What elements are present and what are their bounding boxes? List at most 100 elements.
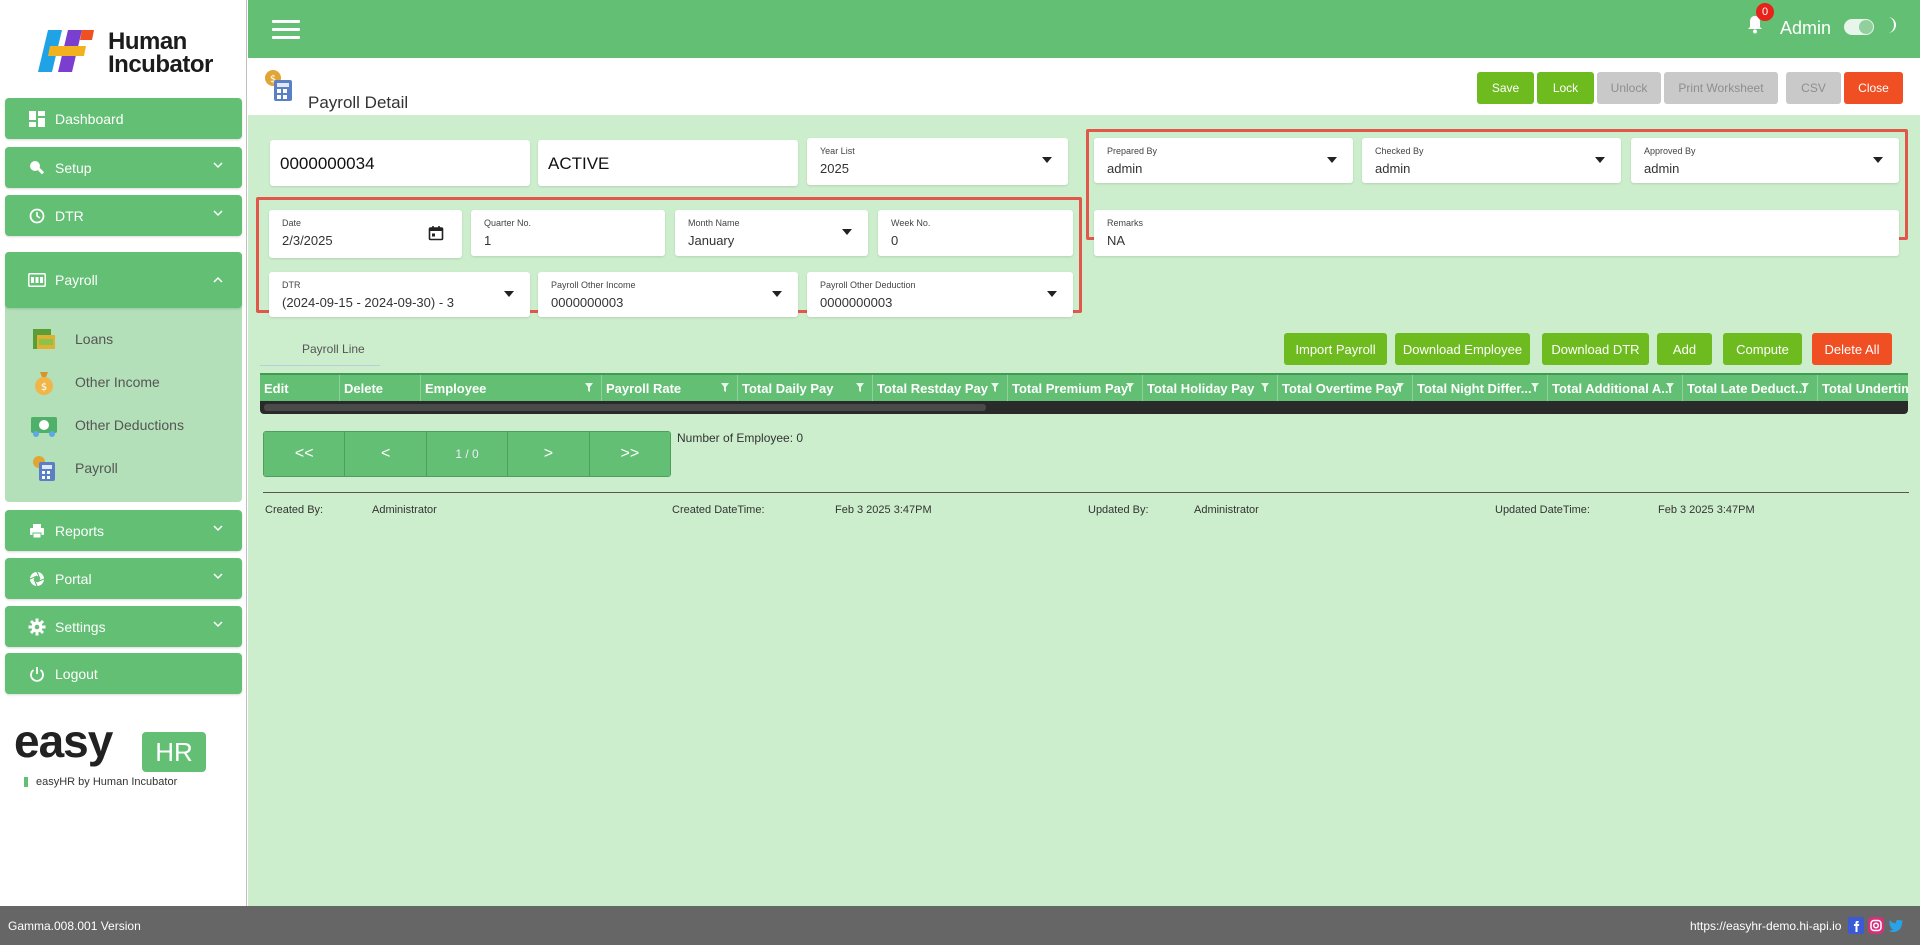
- column-header[interactable]: Payroll Rate: [602, 375, 738, 401]
- twitter-icon[interactable]: [1888, 917, 1904, 934]
- month-name-select[interactable]: Month Name January: [675, 210, 868, 256]
- next-page-button[interactable]: >: [508, 432, 590, 476]
- instagram-icon[interactable]: [1868, 917, 1884, 934]
- filter-icon[interactable]: [1531, 383, 1539, 392]
- column-header[interactable]: Total Additional A...: [1548, 375, 1683, 401]
- csv-button[interactable]: CSV: [1786, 72, 1841, 104]
- caret-down-icon: [1873, 157, 1883, 163]
- calendar-icon[interactable]: [428, 225, 444, 241]
- last-page-button[interactable]: >>: [589, 432, 670, 476]
- status-field[interactable]: ACTIVE: [538, 140, 798, 186]
- filter-icon[interactable]: [1126, 383, 1134, 392]
- filter-icon[interactable]: [1261, 383, 1269, 392]
- sidebar-item-reports[interactable]: Reports: [5, 510, 242, 551]
- compute-button[interactable]: Compute: [1723, 333, 1802, 365]
- import-payroll-button[interactable]: Import Payroll: [1284, 333, 1387, 365]
- sidebar-subitem-loans[interactable]: Loans: [29, 324, 113, 354]
- download-employee-button[interactable]: Download Employee: [1395, 333, 1530, 365]
- grid-horizontal-scrollbar[interactable]: [260, 401, 1908, 414]
- human-incubator-logo[interactable]: Human Incubator: [34, 26, 214, 78]
- sidebar-item-settings[interactable]: Settings: [5, 606, 242, 647]
- caret-down-icon: [1042, 157, 1052, 163]
- theme-toggle[interactable]: [1844, 19, 1874, 35]
- first-page-button[interactable]: <<: [264, 432, 346, 476]
- filter-icon[interactable]: [1801, 383, 1809, 392]
- dtr-label: DTR: [282, 280, 301, 290]
- sidebar: Human Incubator Dashboard Setup DTR Payr…: [0, 0, 247, 906]
- user-name[interactable]: Admin: [1780, 18, 1831, 39]
- column-header[interactable]: Total Undertim: [1818, 375, 1908, 401]
- payroll-line-grid-header: Edit Delete Employee Payroll Rate Total …: [260, 373, 1908, 401]
- audit-divider: [263, 492, 1909, 493]
- site-url[interactable]: https://easyhr-demo.hi-api.io: [1690, 919, 1841, 933]
- sidebar-subitem-payroll[interactable]: Payroll: [29, 453, 118, 483]
- remarks-field[interactable]: Remarks NA: [1094, 210, 1899, 256]
- dtr-select[interactable]: DTR (2024-09-15 - 2024-09-30) - 3: [269, 272, 530, 317]
- week-field[interactable]: Week No. 0: [878, 210, 1073, 256]
- year-list-label: Year List: [820, 146, 855, 156]
- sidebar-item-dashboard[interactable]: Dashboard: [5, 98, 242, 139]
- unlock-button[interactable]: Unlock: [1597, 72, 1661, 104]
- page-header: $ Payroll Detail Save Lock Unlock Print …: [248, 58, 1920, 115]
- other-income-select[interactable]: Payroll Other Income 0000000003: [538, 272, 798, 317]
- quarter-value: 1: [484, 233, 492, 248]
- filter-icon[interactable]: [856, 383, 864, 392]
- column-header[interactable]: Total Restday Pay: [873, 375, 1008, 401]
- column-header[interactable]: Delete: [340, 375, 421, 401]
- payroll-calculator-icon: $: [265, 70, 292, 101]
- column-header[interactable]: Total Daily Pay: [738, 375, 873, 401]
- payroll-number-field[interactable]: 0000000034: [270, 140, 530, 186]
- column-header[interactable]: Total Premium Pay: [1008, 375, 1143, 401]
- sidebar-item-logout[interactable]: Logout: [5, 653, 242, 694]
- sidebar-subitem-other-income[interactable]: $ Other Income: [29, 367, 160, 397]
- tab-payroll-line[interactable]: Payroll Line: [302, 342, 365, 356]
- facebook-icon[interactable]: [1848, 917, 1864, 934]
- brand-name-line1: Human: [108, 28, 187, 55]
- date-field[interactable]: Date 2/3/2025: [269, 210, 462, 258]
- sidebar-item-label: Payroll: [55, 272, 98, 288]
- download-dtr-button[interactable]: Download DTR: [1542, 333, 1649, 365]
- sidebar-item-label: Dashboard: [55, 110, 124, 127]
- hamburger-menu-icon[interactable]: [272, 20, 300, 40]
- main-content: 0000000034 ACTIVE Year List 2025 Prepare…: [248, 115, 1920, 906]
- checked-by-label: Checked By: [1375, 146, 1424, 156]
- payroll-number-value: 0000000034: [280, 154, 375, 173]
- sidebar-item-dtr[interactable]: DTR: [5, 195, 242, 236]
- column-header[interactable]: Total Late Deduct...: [1683, 375, 1818, 401]
- scrollbar-thumb[interactable]: [264, 404, 986, 411]
- lock-button[interactable]: Lock: [1537, 72, 1594, 104]
- delete-all-button[interactable]: Delete All: [1812, 333, 1892, 365]
- prev-page-button[interactable]: <: [345, 432, 427, 476]
- print-worksheet-button[interactable]: Print Worksheet: [1664, 72, 1778, 104]
- filter-icon[interactable]: [721, 383, 729, 392]
- close-button[interactable]: Close: [1844, 72, 1903, 104]
- column-header[interactable]: Employee: [421, 375, 602, 401]
- column-header[interactable]: Total Night Differ...: [1413, 375, 1548, 401]
- sidebar-item-label: DTR: [55, 207, 84, 224]
- chevron-down-icon: [213, 621, 223, 628]
- logo-mark-icon: [38, 30, 94, 72]
- sidebar-subitem-other-deductions[interactable]: Other Deductions: [29, 410, 184, 440]
- filter-icon[interactable]: [991, 383, 999, 392]
- column-header[interactable]: Total Holiday Pay: [1143, 375, 1278, 401]
- column-header[interactable]: Total Overtime Pay: [1278, 375, 1413, 401]
- add-button[interactable]: Add: [1657, 333, 1712, 365]
- approved-by-select[interactable]: Approved By admin: [1631, 138, 1899, 183]
- filter-icon[interactable]: [1396, 383, 1404, 392]
- updated-by-value: Administrator: [1194, 504, 1259, 516]
- version-text: Gamma.008.001 Version: [8, 919, 141, 933]
- sidebar-item-setup[interactable]: Setup: [5, 147, 242, 188]
- filter-icon[interactable]: [1666, 383, 1674, 392]
- other-deduction-select[interactable]: Payroll Other Deduction 0000000003: [807, 272, 1073, 317]
- save-button[interactable]: Save: [1477, 72, 1534, 104]
- year-list-select[interactable]: Year List 2025: [807, 138, 1068, 185]
- prepared-by-select[interactable]: Prepared By admin: [1094, 138, 1353, 183]
- column-header[interactable]: Edit: [260, 375, 340, 401]
- filter-icon[interactable]: [585, 383, 593, 392]
- sidebar-item-portal[interactable]: Portal: [5, 558, 242, 599]
- moon-icon: [1888, 17, 1896, 33]
- checked-by-select[interactable]: Checked By admin: [1362, 138, 1621, 183]
- sidebar-item-payroll[interactable]: Payroll: [5, 252, 242, 308]
- week-value: 0: [891, 233, 899, 248]
- quarter-field[interactable]: Quarter No. 1: [471, 210, 665, 256]
